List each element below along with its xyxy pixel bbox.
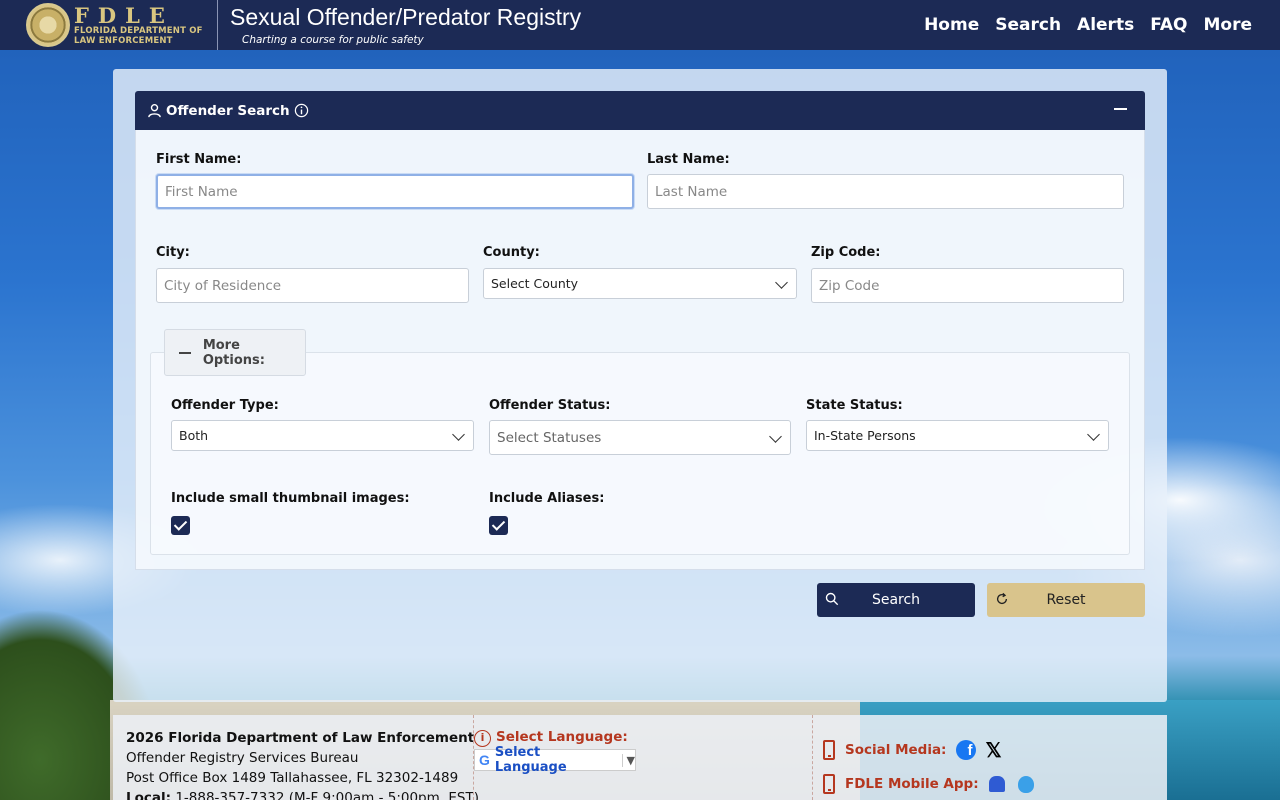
- aliases-label: Include Aliases:: [489, 491, 605, 506]
- android-icon[interactable]: [988, 776, 1005, 792]
- city-input[interactable]: City of Residence: [156, 268, 469, 303]
- chevron-down-icon: [769, 430, 782, 443]
- site-tagline: Charting a course for public safety: [242, 34, 424, 46]
- footer-phone-link[interactable]: 1-888-357-7332 (M-F 9:00am - 5:00pm, EST…: [175, 790, 479, 800]
- state-status-select[interactable]: In-State Persons: [806, 420, 1109, 451]
- footer-po-box: Post Office Box 1489 Tallahassee, FL 323…: [126, 770, 459, 786]
- social-media-label: Social Media:: [845, 742, 947, 758]
- offender-type-label: Offender Type:: [171, 398, 279, 413]
- reset-button[interactable]: Reset: [987, 583, 1145, 617]
- footer-social: Social Media: f 𝕏 FDLE Mobile App:: [823, 733, 1034, 800]
- chevron-down-icon: [1087, 428, 1100, 441]
- refresh-icon: [997, 592, 1008, 605]
- site-title: Sexual Offender/Predator Registry: [230, 4, 582, 30]
- offender-search-header: Offender Search: [135, 91, 1145, 130]
- mobile-phone-icon: [823, 774, 835, 794]
- county-select[interactable]: Select County: [483, 268, 797, 299]
- fdle-seal-icon: [26, 3, 70, 47]
- logo-line-1: FLORIDA DEPARTMENT OF: [74, 26, 203, 36]
- logo-wordmark: FDLE: [74, 3, 174, 28]
- card-title: Offender Search: [166, 102, 290, 119]
- x-twitter-icon[interactable]: 𝕏: [985, 738, 1001, 763]
- first-name-input[interactable]: First Name: [156, 174, 634, 209]
- info-icon: i: [474, 730, 491, 747]
- footer: 2026 Florida Department of Law Enforceme…: [113, 715, 1167, 800]
- more-options-panel: Offender Type: Both Offender Status: Sel…: [150, 352, 1130, 555]
- apple-icon[interactable]: [1017, 775, 1034, 793]
- fdle-logo[interactable]: FDLE FLORIDA DEPARTMENT OF LAW ENFORCEME…: [0, 0, 218, 50]
- footer-phone: Local: 1-888-357-7332 (M-F 9:00am - 5:00…: [126, 788, 479, 800]
- state-status-label: State Status:: [806, 398, 903, 413]
- minus-icon: [179, 351, 191, 354]
- last-name-label: Last Name:: [647, 152, 730, 167]
- info-icon[interactable]: [294, 103, 309, 118]
- mobile-phone-icon: [823, 740, 835, 760]
- thumbnails-label: Include small thumbnail images:: [171, 491, 410, 506]
- nav-more[interactable]: More: [1203, 15, 1252, 35]
- offender-type-select[interactable]: Both: [171, 420, 474, 451]
- dropdown-arrow-icon: ▼: [621, 753, 635, 767]
- collapse-icon[interactable]: [1114, 103, 1127, 110]
- language-label: Select Language:: [496, 729, 628, 745]
- logo-line-2: LAW ENFORCEMENT: [74, 35, 173, 46]
- search-form: First Name: First Name Last Name: Last N…: [135, 130, 1145, 570]
- footer-bureau: Offender Registry Services Bureau: [126, 750, 359, 766]
- offender-status-label: Offender Status:: [489, 398, 611, 413]
- last-name-input[interactable]: Last Name: [647, 174, 1124, 209]
- chevron-down-icon: [775, 276, 788, 289]
- first-name-label: First Name:: [156, 152, 242, 167]
- nav-faq[interactable]: FAQ: [1150, 15, 1187, 35]
- main-nav: Home Search Alerts FAQ More: [924, 0, 1252, 50]
- top-navigation-bar: FDLE FLORIDA DEPARTMENT OF LAW ENFORCEME…: [0, 0, 1280, 50]
- footer-copyright: 2026 Florida Department of Law Enforceme…: [126, 730, 475, 746]
- search-button[interactable]: Search: [817, 583, 975, 617]
- county-label: County:: [483, 245, 540, 260]
- chevron-down-icon: [452, 428, 465, 441]
- thumbnails-checkbox[interactable]: [171, 516, 190, 535]
- zip-input[interactable]: Zip Code: [811, 268, 1124, 303]
- language-select[interactable]: G Select Language ▼: [474, 745, 636, 775]
- nav-alerts[interactable]: Alerts: [1077, 15, 1134, 35]
- city-label: City:: [156, 245, 190, 260]
- aliases-checkbox[interactable]: [489, 516, 508, 535]
- google-icon: G: [479, 752, 490, 768]
- mobile-app-label: FDLE Mobile App:: [845, 776, 979, 792]
- main-panel: Offender Search First Name: First Name L…: [113, 69, 1167, 702]
- more-options-toggle[interactable]: More Options:: [164, 329, 306, 376]
- nav-search[interactable]: Search: [995, 15, 1061, 35]
- zip-label: Zip Code:: [811, 245, 881, 260]
- footer-language: i Select Language: G Select Language ▼: [473, 715, 813, 800]
- nav-home[interactable]: Home: [924, 15, 979, 35]
- offender-status-select[interactable]: Select Statuses: [489, 420, 791, 455]
- footer-address: 2026 Florida Department of Law Enforceme…: [126, 728, 479, 800]
- facebook-icon[interactable]: f: [956, 740, 977, 760]
- user-icon: [148, 103, 161, 118]
- search-icon: [825, 592, 839, 606]
